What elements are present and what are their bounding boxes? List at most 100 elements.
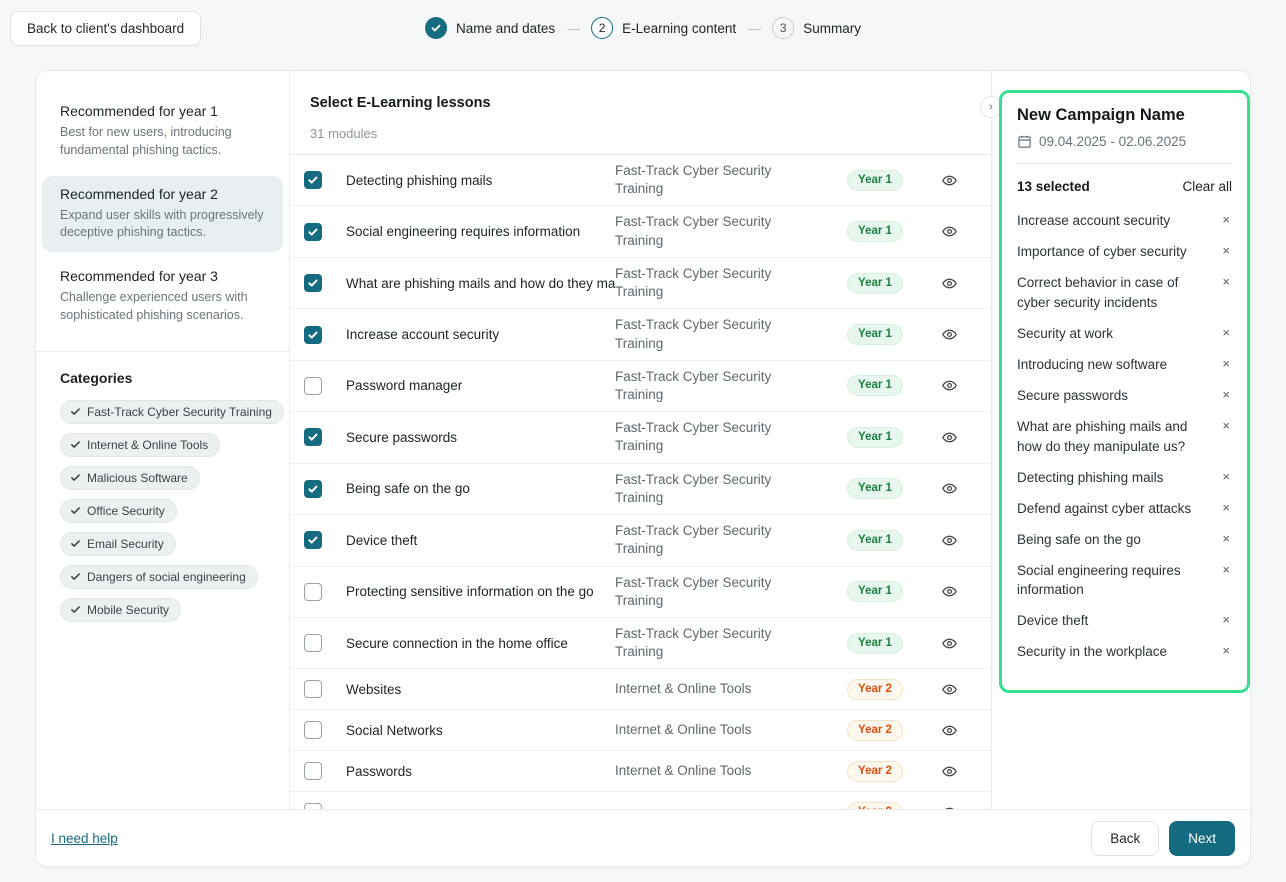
eye-icon bbox=[941, 377, 958, 394]
lesson-name: Password manager bbox=[346, 378, 615, 393]
close-icon: × bbox=[1222, 612, 1230, 627]
preview-lesson-button[interactable] bbox=[939, 679, 960, 700]
preview-lesson-button[interactable] bbox=[939, 720, 960, 741]
campaign-name: New Campaign Name bbox=[1017, 106, 1232, 125]
filters-sidebar: Recommended for year 1Best for new users… bbox=[36, 71, 290, 809]
table-row: Increase account securityFast-Track Cybe… bbox=[290, 309, 991, 360]
remove-item-button[interactable]: × bbox=[1220, 499, 1232, 517]
eye-icon bbox=[941, 172, 958, 189]
table-row: Password managerFast-Track Cyber Securit… bbox=[290, 361, 991, 412]
help-link[interactable]: I need help bbox=[51, 831, 118, 846]
category-chip[interactable]: Dangers of social engineering bbox=[60, 565, 258, 589]
lesson-checkbox[interactable] bbox=[304, 634, 322, 652]
wizard-footer: I need help Back Next bbox=[36, 809, 1250, 866]
preview-lesson-button[interactable] bbox=[939, 170, 960, 191]
preview-lesson-button[interactable] bbox=[939, 761, 960, 782]
eye-icon bbox=[941, 275, 958, 292]
preview-lesson-button[interactable] bbox=[939, 802, 960, 809]
category-chip[interactable]: Fast-Track Cyber Security Training bbox=[60, 400, 284, 424]
category-chip[interactable]: Email Security bbox=[60, 532, 176, 556]
preview-lesson-button[interactable] bbox=[939, 581, 960, 602]
recommendation-item[interactable]: Recommended for year 3Challenge experien… bbox=[42, 258, 283, 335]
check-icon bbox=[70, 571, 81, 582]
preview-lesson-button[interactable] bbox=[939, 478, 960, 499]
preview-lesson-button[interactable] bbox=[939, 633, 960, 654]
lesson-checkbox[interactable] bbox=[304, 326, 322, 344]
selected-item-label: Increase account security bbox=[1017, 211, 1170, 231]
lesson-checkbox[interactable] bbox=[304, 721, 322, 739]
preview-lesson-button[interactable] bbox=[939, 530, 960, 551]
lesson-checkbox[interactable] bbox=[304, 428, 322, 446]
remove-item-button[interactable]: × bbox=[1220, 324, 1232, 342]
preview-lesson-button[interactable] bbox=[939, 221, 960, 242]
preview-lesson-button[interactable] bbox=[939, 273, 960, 294]
selected-count: 13 selected bbox=[1017, 179, 1090, 194]
step-name-and-dates[interactable]: Name and dates bbox=[425, 17, 555, 39]
year-badge: Year 1 bbox=[847, 170, 903, 191]
check-icon bbox=[70, 538, 81, 549]
remove-item-button[interactable]: × bbox=[1220, 355, 1232, 373]
category-chip-label: Internet & Online Tools bbox=[87, 438, 208, 452]
year-badge: Year 1 bbox=[847, 273, 903, 294]
category-chip-label: Dangers of social engineering bbox=[87, 570, 246, 584]
step-done-check-icon bbox=[425, 17, 447, 39]
lesson-checkbox[interactable] bbox=[304, 480, 322, 498]
year-badge: Year 1 bbox=[847, 324, 903, 345]
remove-item-button[interactable]: × bbox=[1220, 611, 1232, 629]
preview-lesson-button[interactable] bbox=[939, 324, 960, 345]
remove-item-button[interactable]: × bbox=[1220, 242, 1232, 260]
table-row: Year 2 bbox=[290, 792, 991, 809]
top-bar: Back to client's dashboard Name and date… bbox=[0, 0, 1286, 56]
lesson-name: Detecting phishing mails bbox=[346, 173, 615, 188]
category-chip[interactable]: Internet & Online Tools bbox=[60, 433, 220, 457]
lesson-category: Fast-Track Cyber Security Training bbox=[615, 265, 829, 301]
step-elearning-content[interactable]: 2 E-Learning content bbox=[591, 17, 736, 39]
remove-item-button[interactable]: × bbox=[1220, 561, 1232, 579]
remove-item-button[interactable]: × bbox=[1220, 417, 1232, 435]
lesson-checkbox[interactable] bbox=[304, 680, 322, 698]
step-summary[interactable]: 3 Summary bbox=[772, 17, 861, 39]
recommendation-item[interactable]: Recommended for year 1Best for new users… bbox=[42, 93, 283, 170]
lesson-checkbox[interactable] bbox=[304, 762, 322, 780]
preview-lesson-button[interactable] bbox=[939, 375, 960, 396]
lesson-category: Internet & Online Tools bbox=[615, 680, 829, 698]
lesson-name: Being safe on the go bbox=[346, 481, 615, 496]
back-to-dashboard-button[interactable]: Back to client's dashboard bbox=[10, 11, 201, 46]
category-chip[interactable]: Mobile Security bbox=[60, 598, 181, 622]
lesson-checkbox[interactable] bbox=[304, 171, 322, 189]
remove-item-button[interactable]: × bbox=[1220, 468, 1232, 486]
selected-item: Importance of cyber security× bbox=[1017, 242, 1232, 262]
back-button[interactable]: Back bbox=[1091, 821, 1159, 856]
category-chip[interactable]: Malicious Software bbox=[60, 466, 200, 490]
lesson-checkbox[interactable] bbox=[304, 274, 322, 292]
selected-item-label: Device theft bbox=[1017, 611, 1088, 631]
clear-all-button[interactable]: Clear all bbox=[1182, 179, 1232, 194]
lesson-checkbox[interactable] bbox=[304, 377, 322, 395]
campaign-builder-card: Recommended for year 1Best for new users… bbox=[35, 70, 1251, 867]
lesson-checkbox[interactable] bbox=[304, 223, 322, 241]
recommendation-list: Recommended for year 1Best for new users… bbox=[36, 93, 289, 335]
remove-item-button[interactable]: × bbox=[1220, 211, 1232, 229]
category-chip[interactable]: Office Security bbox=[60, 499, 177, 523]
selected-item-label: What are phishing mails and how do they … bbox=[1017, 417, 1210, 456]
lessons-title: Select E-Learning lessons bbox=[310, 95, 971, 111]
lesson-checkbox[interactable] bbox=[304, 583, 322, 601]
remove-item-button[interactable]: × bbox=[1220, 530, 1232, 548]
sidebar-divider bbox=[36, 351, 289, 352]
lesson-name: Secure connection in the home office bbox=[346, 636, 615, 651]
next-button[interactable]: Next bbox=[1169, 821, 1235, 856]
eye-icon bbox=[941, 583, 958, 600]
lesson-checkbox[interactable] bbox=[304, 803, 322, 809]
preview-lesson-button[interactable] bbox=[939, 427, 960, 448]
step-number: 3 bbox=[772, 17, 794, 39]
eye-icon bbox=[941, 480, 958, 497]
lesson-checkbox[interactable] bbox=[304, 531, 322, 549]
close-icon: × bbox=[1222, 387, 1230, 402]
check-icon bbox=[70, 505, 81, 516]
remove-item-button[interactable]: × bbox=[1220, 273, 1232, 291]
category-chip-label: Email Security bbox=[87, 537, 164, 551]
remove-item-button[interactable]: × bbox=[1220, 386, 1232, 404]
remove-item-button[interactable]: × bbox=[1220, 642, 1232, 660]
categories-title: Categories bbox=[36, 370, 289, 386]
recommendation-item[interactable]: Recommended for year 2Expand user skills… bbox=[42, 176, 283, 253]
